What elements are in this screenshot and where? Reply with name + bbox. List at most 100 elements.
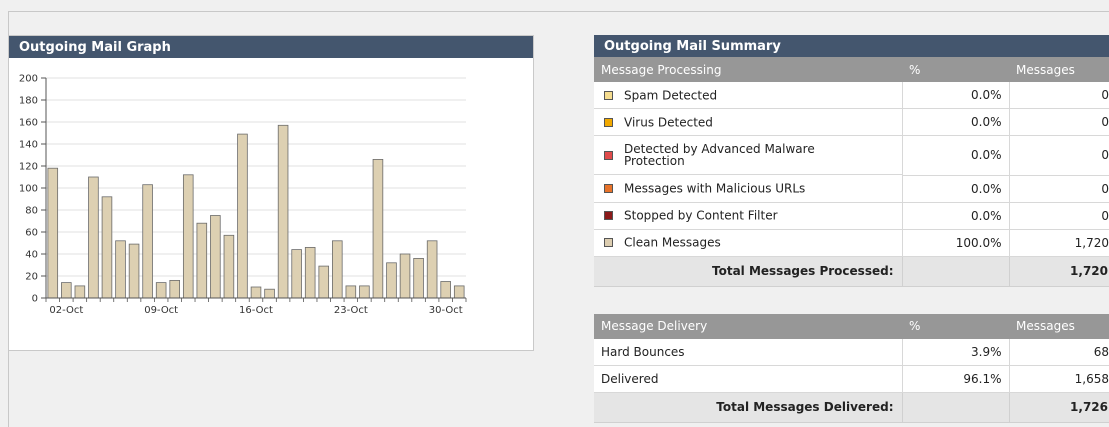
chart-bar: [332, 240, 343, 299]
y-tick-label: 180: [19, 96, 38, 107]
chart-bar: [47, 167, 59, 299]
chart-bar: [210, 215, 221, 299]
processing-row-pct: 0.0%: [901, 82, 1009, 109]
malicious-urls-color-swatch: [604, 184, 613, 193]
x-tick-label: 23-Oct: [334, 305, 368, 316]
processing-row-pct: 0.0%: [901, 135, 1009, 176]
summary-panel-title: Outgoing Mail Summary: [594, 35, 1109, 57]
virus-color-swatch: [604, 117, 613, 127]
delivery-row-count: 1,658: [1008, 365, 1109, 393]
processing-row-amp: Detected by Advanced Malware Protection …: [594, 135, 1109, 176]
outgoing-mail-summary-panel: Outgoing Mail Summary Message Processing…: [594, 35, 1109, 423]
y-tick-label: 0: [32, 294, 38, 305]
total-processed-value: 1,720: [1008, 256, 1109, 287]
chart-bar: [440, 281, 451, 299]
chart-bar: [372, 159, 384, 299]
delivery-header-label: Message Delivery: [594, 313, 902, 339]
y-tick-label: 120: [19, 162, 38, 173]
processing-row-label: Messages with Malicious URLs: [624, 181, 806, 196]
processing-row-count: 0: [1008, 82, 1109, 109]
graph-panel-title: Outgoing Mail Graph: [9, 36, 533, 58]
processing-row-pct: 100.0%: [901, 229, 1009, 257]
chart-bar: [304, 246, 316, 299]
delivery-header-messages: Messages: [1009, 313, 1109, 339]
processing-row-virus: Virus Detected 0.0% 0: [594, 108, 1109, 136]
outgoing-mail-graph-panel: Outgoing Mail Graph 0 20 40 60 80 100 120 140 16…: [8, 35, 534, 351]
y-tick-label: 200: [19, 74, 38, 85]
y-tick-label: 80: [25, 206, 38, 217]
y-tick-label: 60: [25, 228, 38, 239]
chart-bar: [88, 176, 99, 299]
chart-bar: [250, 286, 262, 299]
report-page: Outgoing Mail Graph 0 20 40 60 80 100 120 140 16…: [0, 0, 1109, 427]
processing-row-count: 0: [1008, 202, 1109, 230]
y-tick-label: 20: [25, 272, 38, 283]
amp-color-swatch: [604, 150, 613, 160]
top-divider: [8, 11, 1109, 12]
chart-bar: [101, 196, 113, 299]
content-filter-color-swatch: [604, 211, 613, 221]
processing-row-malicious-urls: Messages with Malicious URLs 0.0% 0: [594, 175, 1109, 203]
processing-row-clean: Clean Messages 100.0% 1,720: [594, 229, 1109, 257]
chart-bar: [115, 240, 126, 299]
message-processing-table: Message Processing % Messages Spam Detec…: [594, 57, 1109, 287]
y-tick-label: 140: [19, 140, 38, 151]
processing-row-label: Virus Detected: [624, 115, 713, 130]
y-tick-label: 40: [25, 250, 38, 261]
chart-bar: [413, 257, 424, 299]
tables-spacer: [594, 286, 1109, 314]
processing-row-pct: 0.0%: [901, 175, 1009, 203]
spam-color-swatch: [604, 90, 613, 100]
processing-row-label: Clean Messages: [624, 235, 721, 250]
message-delivery-table: Message Delivery % Messages Hard Bounces…: [594, 313, 1109, 423]
outgoing-mail-bar-chart: 0 20 40 60 80 100 120 140 160 180 200 02-Oct 09-Oct 1…: [19, 74, 467, 316]
chart-bar: [237, 133, 248, 299]
delivery-row-count: 68: [1008, 338, 1109, 366]
chart-bar: [169, 279, 180, 299]
total-processed-pct-blank: [901, 256, 1009, 287]
processing-row-pct: 0.0%: [901, 202, 1009, 230]
processing-total-row: Total Messages Processed: 1,720: [594, 256, 1109, 287]
chart-bar: [142, 184, 153, 299]
delivery-row-label: Delivered: [594, 365, 902, 393]
chart-bar: [399, 253, 411, 299]
chart-bar: [291, 249, 302, 299]
delivery-header-pct: %: [902, 313, 1009, 339]
chart-bar: [386, 262, 397, 299]
processing-row-content-filter: Stopped by Content Filter 0.0% 0: [594, 202, 1109, 230]
x-tick-label: 30-Oct: [429, 305, 463, 316]
x-tick-label: 16-Oct: [239, 305, 273, 316]
y-tick-label: 160: [19, 118, 38, 129]
delivery-row-label: Hard Bounces: [594, 338, 902, 366]
processing-row-label: Spam Detected: [624, 88, 718, 103]
chart-bar: [182, 174, 194, 299]
delivery-row-pct: 3.9%: [901, 338, 1009, 366]
processing-header-label: Message Processing: [594, 57, 902, 82]
delivery-row-delivered: Delivered 96.1% 1,658: [594, 365, 1109, 393]
chart-bar: [61, 282, 72, 299]
processing-row-spam: Spam Detected 0.0% 0: [594, 82, 1109, 109]
delivery-header-row: Message Delivery % Messages: [594, 313, 1109, 339]
x-tick-label: 09-Oct: [144, 305, 178, 316]
chart-bar: [426, 240, 438, 299]
x-tick-label: 02-Oct: [49, 305, 83, 316]
clean-color-swatch: [604, 238, 613, 248]
processing-row-label: Detected by Advanced Malware Protection: [624, 142, 815, 168]
chart-bar: [128, 243, 140, 299]
chart-bar: [74, 285, 86, 299]
delivery-row-hard-bounces: Hard Bounces 3.9% 68: [594, 338, 1109, 366]
processing-row-count: 0: [1008, 175, 1109, 203]
chart-bar: [196, 222, 208, 299]
total-delivered-label: Total Messages Delivered:: [594, 392, 902, 423]
processing-row-count: 0: [1008, 108, 1109, 136]
chart-bar: [453, 285, 465, 299]
chart-bar: [345, 285, 357, 299]
chart-bar: [155, 282, 167, 299]
processing-row-count: 1,720: [1008, 229, 1109, 257]
processing-header-pct: %: [902, 57, 1009, 82]
chart-bar: [223, 234, 235, 299]
delivery-row-pct: 96.1%: [901, 365, 1009, 393]
chart-bar: [277, 124, 289, 299]
chart-bar: [359, 285, 370, 299]
total-delivered-value: 1,726: [1008, 392, 1109, 423]
